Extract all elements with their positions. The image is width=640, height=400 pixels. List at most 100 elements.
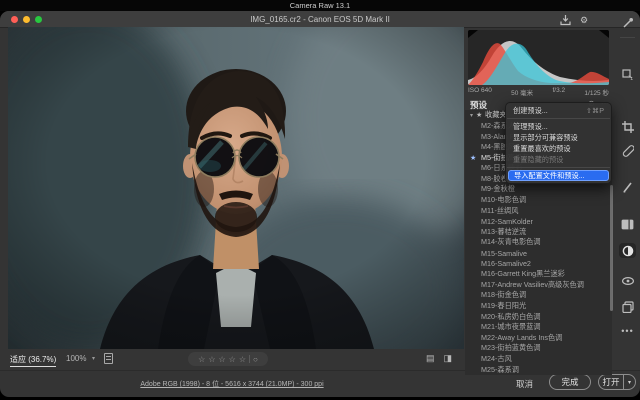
star-icon: ★	[476, 111, 485, 119]
preset-label: M21-城市夜景蓝调	[481, 322, 541, 332]
menu-item-create-preset[interactable]: 创建预设... ⇧⌘P	[506, 105, 611, 116]
exif-readout: ISO 640 50 毫米 f/3.2 1/125 秒	[468, 87, 609, 97]
gear-icon[interactable]: ⚙	[580, 15, 588, 26]
list-item[interactable]: M21-城市夜景蓝调	[465, 322, 612, 333]
list-item[interactable]: M13-暮桔逆流	[465, 227, 612, 238]
preset-label: M14-灰青电影色调	[481, 237, 541, 247]
preset-label: M20-私房奶白色调	[481, 312, 541, 322]
presets-tool-icon[interactable]	[619, 243, 636, 258]
menu-item-show-compatible[interactable]: 显示部分可兼容预设	[506, 132, 611, 143]
focal-length-value: 50 毫米	[511, 87, 533, 97]
preset-label: M18-街金色调	[481, 290, 526, 300]
preset-label: M12-SamKolder	[481, 217, 533, 226]
photo-portrait	[8, 27, 464, 349]
menu-item-label: 重置最喜欢的预设	[513, 144, 571, 154]
color-label-icon[interactable]: ○	[253, 355, 258, 364]
divider	[620, 37, 635, 38]
tool-rail: •••	[616, 11, 640, 397]
menu-item-manage-presets[interactable]: 管理预设...	[506, 121, 611, 132]
preset-label: M23-街拍蓝黄色调	[481, 343, 541, 353]
disclosure-triangle-icon[interactable]: ▾	[467, 112, 476, 119]
preset-label: M19-春日阳光	[481, 301, 526, 311]
white-balance-eyedropper-icon[interactable]	[619, 15, 636, 30]
scrollbar[interactable]	[610, 185, 613, 311]
menu-item-reset-favorites[interactable]: 重置最喜欢的预设	[506, 143, 611, 154]
menu-item-label: 导入配置文件和预设...	[514, 171, 585, 181]
divider	[249, 355, 250, 363]
rating-bar[interactable]: ☆ ☆ ☆ ☆ ☆ ○	[188, 352, 268, 366]
list-item[interactable]: M24-古风	[465, 354, 612, 365]
list-item[interactable]: M11-丝绸风	[465, 205, 612, 216]
preview-toggle-icon[interactable]	[104, 353, 113, 364]
list-item[interactable]: M16-Samalive2	[465, 258, 612, 269]
preset-label: M25-森系调	[481, 365, 519, 375]
zoom-level-select[interactable]: 100%	[66, 354, 86, 363]
list-item[interactable]: M22-Away Lands Ins色调	[465, 332, 612, 343]
targeted-adjustment-icon[interactable]	[619, 67, 636, 82]
image-info-link[interactable]: Adobe RGB (1998) - 8 位 - 5616 x 3744 (21…	[0, 379, 464, 389]
filmstrip-icon[interactable]: ▤	[426, 353, 435, 364]
star-icon[interactable]: ☆	[229, 355, 236, 364]
preset-label: M17-Andrew Vasiliev高级灰色调	[481, 280, 584, 290]
preset-label: M16-Samalive2	[481, 259, 531, 268]
panel-top-icons: ⚙	[560, 14, 588, 26]
list-item[interactable]: M25-森系调	[465, 364, 612, 375]
list-item[interactable]: M15-Samalive	[465, 248, 612, 259]
preset-label: M22-Away Lands Ins色调	[481, 333, 562, 343]
histogram[interactable]	[468, 30, 609, 85]
image-canvas[interactable]	[8, 27, 464, 349]
chevron-down-icon[interactable]: ▾	[92, 355, 95, 362]
before-after-icon[interactable]: ◨	[444, 353, 453, 364]
red-eye-icon[interactable]	[619, 273, 636, 288]
done-button[interactable]: 完成	[549, 374, 591, 390]
app-title: Camera Raw 13.1	[290, 1, 350, 10]
list-item[interactable]: M23-街拍蓝黄色调	[465, 343, 612, 354]
star-icon[interactable]: ☆	[208, 355, 215, 364]
preset-label: M16-Garrett King黑兰迷彩	[481, 269, 565, 279]
shortcut-label: ⇧⌘P	[586, 106, 604, 115]
aperture-value: f/3.2	[552, 87, 565, 97]
preset-label: M9-金秋橙	[481, 184, 515, 194]
menu-separator	[507, 167, 610, 168]
list-item[interactable]: M17-Andrew Vasiliev高级灰色调	[465, 280, 612, 291]
cancel-button[interactable]: 取消	[516, 378, 533, 390]
more-options-icon[interactable]: •••	[619, 323, 636, 338]
preset-label: M11-丝绸风	[481, 206, 518, 216]
zoom-fit-button[interactable]: 适应 (36.7%)	[10, 354, 56, 367]
healing-brush-icon[interactable]	[619, 143, 636, 158]
star-icon[interactable]: ☆	[218, 355, 225, 364]
window-title: IMG_0165.cr2 - Canon EOS 5D Mark II	[0, 11, 640, 28]
canvas-status-row: 适应 (36.7%) 100% ▾ ☆ ☆ ☆ ☆ ☆ ○ ▤ ◨	[0, 350, 464, 369]
menu-separator	[507, 118, 610, 119]
shutter-value: 1/125 秒	[584, 87, 609, 97]
histogram-plot	[468, 30, 609, 85]
menu-item-import-profiles[interactable]: 导入配置文件和预设...	[508, 170, 609, 181]
group-label: 收藏夹	[485, 110, 507, 120]
menu-item-label: 重置隐藏的预设	[513, 155, 563, 165]
snapshots-icon[interactable]	[619, 299, 636, 314]
presets-context-menu: 创建预设... ⇧⌘P 管理预设... 显示部分可兼容预设 重置最喜欢的预设 重…	[505, 102, 612, 184]
menu-item-label: 创建预设...	[513, 106, 548, 116]
menu-item-label: 显示部分可兼容预设	[513, 133, 578, 143]
list-item[interactable]: M20-私房奶白色调	[465, 311, 612, 322]
preset-label: M13-暮桔逆流	[481, 227, 526, 237]
list-item[interactable]: M10-电影色调	[465, 195, 612, 206]
menubar: Camera Raw 13.1	[0, 0, 640, 11]
star-icon: ★	[470, 154, 476, 162]
edit-panel-icon[interactable]	[619, 217, 636, 232]
list-item[interactable]: M18-街金色调	[465, 290, 612, 301]
crop-icon[interactable]	[619, 119, 636, 134]
list-item[interactable]: M16-Garrett King黑兰迷彩	[465, 269, 612, 280]
adjustment-brush-icon[interactable]	[619, 179, 636, 194]
list-item[interactable]: M9-金秋橙	[465, 184, 612, 195]
preset-label: M24-古风	[481, 354, 512, 364]
star-icon[interactable]: ☆	[198, 355, 205, 364]
export-icon[interactable]	[560, 14, 571, 26]
list-item[interactable]: M19-春日阳光	[465, 301, 612, 312]
list-item[interactable]: M12-SamKolder	[465, 216, 612, 227]
star-icon[interactable]: ☆	[239, 355, 246, 364]
menu-item-label: 管理预设...	[513, 122, 548, 132]
iso-value: ISO 640	[468, 87, 492, 97]
menu-item-reset-hidden: 重置隐藏的预设	[506, 154, 611, 165]
list-item[interactable]: M14-灰青电影色调	[465, 237, 612, 248]
